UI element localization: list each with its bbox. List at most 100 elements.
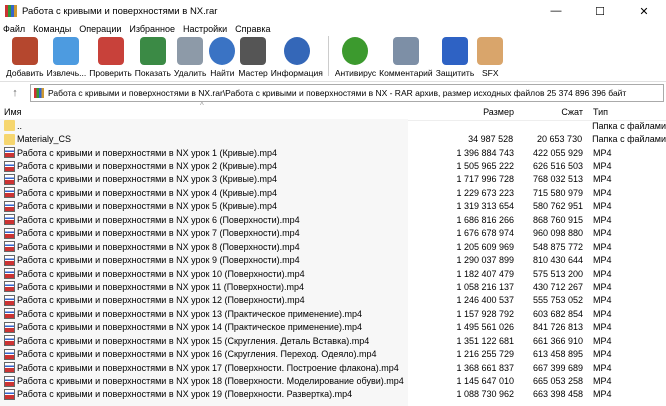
file-row[interactable]: Работа с кривыми и поверхностями в NX ур… [0, 200, 666, 213]
file-type: Папка с файлами [592, 120, 666, 131]
file-row[interactable]: Materialy_CS 34 987 528 20 653 730 Папка с … [0, 132, 666, 145]
winrar-app-icon [5, 5, 17, 17]
path-field[interactable]: Работа с кривыми и поверхностями в NX.ra… [30, 84, 664, 102]
file-row[interactable]: Работа с кривыми и поверхностями в NX ур… [0, 253, 666, 266]
file-name-cell: Работа с кривыми и поверхностями в NX ур… [0, 227, 408, 239]
file-row[interactable]: Работа с кривыми и поверхностями в NX ур… [0, 388, 666, 401]
file-row[interactable]: Работа с кривыми и поверхностями в NX ур… [0, 240, 666, 253]
menu-item[interactable]: Справка [235, 24, 270, 34]
toolbar-button-label: Показать [134, 68, 171, 78]
file-size: 1 351 122 681 [456, 335, 514, 346]
file-name: Работа с кривыми и поверхностями в NX ур… [17, 214, 300, 225]
file-name: .. [17, 120, 23, 131]
file-name: Работа с кривыми и поверхностями в NX ур… [17, 174, 277, 185]
file-packed-size: 603 682 854 [532, 308, 583, 319]
column-packed-header[interactable]: Сжат [516, 107, 587, 117]
file-row[interactable]: Работа с кривыми и поверхностями в NX ур… [0, 213, 666, 226]
file-type: MP4 [593, 255, 612, 266]
toolbar-button[interactable]: Комментарий [379, 37, 433, 78]
file-name: Работа с кривыми и поверхностями в NX ур… [17, 376, 404, 387]
toolbar-button-label: Защитить [435, 68, 475, 78]
toolbar-button[interactable]: Извлечь... [47, 37, 86, 78]
column-name-header[interactable]: Имя [0, 107, 408, 117]
file-row[interactable]: Работа с кривыми и поверхностями в NX ур… [0, 347, 666, 360]
file-row[interactable]: Работа с кривыми и поверхностями в NX ур… [0, 280, 666, 293]
file-row[interactable]: Работа с кривыми и поверхностями в NX ур… [0, 159, 666, 172]
video-file-icon [4, 160, 15, 172]
file-name-cell: Materialy_CS [0, 133, 407, 145]
archive-icon [34, 88, 44, 98]
file-type: MP4 [593, 228, 612, 239]
file-packed-size: 430 712 267 [532, 281, 583, 292]
column-type-header[interactable]: Тип [587, 107, 608, 117]
file-type: MP4 [593, 214, 612, 225]
video-file-icon [4, 241, 15, 253]
file-name: Работа с кривыми и поверхностями в NX ур… [17, 147, 277, 158]
file-name-cell: Работа с кривыми и поверхностями в NX ур… [0, 362, 408, 374]
file-size: 1 717 996 728 [456, 174, 514, 185]
file-size: 1 290 037 899 [456, 255, 514, 266]
file-size: 1 505 965 222 [456, 161, 514, 172]
file-packed-size: 613 458 895 [532, 349, 583, 360]
file-name-cell: Работа с кривыми и поверхностями в NX ур… [0, 214, 408, 226]
file-row[interactable]: Работа с кривыми и поверхностями в NX ур… [0, 334, 666, 347]
file-name: Работа с кривыми и поверхностями в NX ур… [17, 241, 300, 252]
toolbar-button[interactable]: Проверить [89, 37, 132, 78]
toolbar-button[interactable]: Антивирус [335, 37, 376, 78]
toolbar-button[interactable]: SFX [477, 37, 504, 78]
maximize-button[interactable]: ☐ [578, 0, 622, 22]
toolbar-button[interactable]: Информация [271, 37, 323, 78]
close-button[interactable]: ✕ [622, 0, 666, 22]
menu-item[interactable]: Команды [33, 24, 71, 34]
menu-item[interactable]: Операции [79, 24, 121, 34]
file-name: Работа с кривыми и поверхностями в NX ур… [17, 349, 377, 360]
toolbar-button[interactable]: Добавить [6, 37, 44, 78]
menu-item[interactable]: Файл [3, 24, 25, 34]
toolbar-button[interactable]: Показать [135, 37, 171, 78]
file-name: Работа с кривыми и поверхностями в NX ур… [17, 281, 304, 292]
file-name: Работа с кривыми и поверхностями в NX ур… [17, 335, 370, 346]
up-arrow-button[interactable]: ↑ [0, 87, 30, 99]
file-packed-size: 580 762 951 [532, 201, 583, 212]
file-row[interactable]: Работа с кривыми и поверхностями в NX ур… [0, 146, 666, 159]
file-name-cell: Работа с кривыми и поверхностями в NX ур… [0, 388, 408, 400]
file-name: Работа с кривыми и поверхностями в NX ур… [17, 322, 362, 333]
file-packed-size: 960 098 880 [532, 228, 583, 239]
info-icon [283, 37, 310, 65]
file-packed-size: 626 516 503 [532, 161, 583, 172]
file-type: MP4 [593, 295, 612, 306]
file-row[interactable]: .. Папка с файлами [0, 119, 666, 132]
file-row[interactable]: Работа с кривыми и поверхностями в NX ур… [0, 374, 666, 387]
antivirus-bug-icon [342, 37, 369, 65]
file-type: MP4 [593, 241, 612, 252]
file-row[interactable]: Работа с кривыми и поверхностями в NX ур… [0, 361, 666, 374]
file-size: 1 319 313 654 [456, 201, 514, 212]
file-name-cell: Работа с кривыми и поверхностями в NX ур… [0, 254, 408, 266]
toolbar-button[interactable]: Найти [209, 37, 236, 78]
toolbar-button[interactable]: Защитить [435, 37, 475, 78]
toolbar-button[interactable]: Мастер [238, 37, 268, 78]
file-type: MP4 [593, 268, 612, 279]
file-row[interactable]: Работа с кривыми и поверхностями в NX ур… [0, 321, 666, 334]
file-row[interactable]: Работа с кривыми и поверхностями в NX ур… [0, 307, 666, 320]
file-name-cell: Работа с кривыми и поверхностями в NX ур… [0, 173, 408, 185]
video-file-icon [4, 200, 15, 212]
video-file-icon [4, 348, 15, 360]
column-size-header[interactable]: Размер [408, 107, 516, 117]
file-row[interactable]: Работа с кривыми и поверхностями в NX ур… [0, 186, 666, 199]
menu-item[interactable]: Настройки [183, 24, 227, 34]
title-bar: Работа с кривыми и поверхностями в NX.ra… [0, 0, 666, 22]
file-name-cell: Работа с кривыми и поверхностями в NX ур… [0, 147, 408, 159]
file-row[interactable]: Работа с кривыми и поверхностями в NX ур… [0, 267, 666, 280]
minimize-button[interactable]: — [534, 0, 578, 22]
file-packed-size: 20 653 730 [537, 134, 583, 145]
file-row[interactable]: Работа с кривыми и поверхностями в NX ур… [0, 173, 666, 186]
file-row[interactable]: Работа с кривыми и поверхностями в NX ур… [0, 227, 666, 240]
menu-item[interactable]: Избранное [129, 24, 175, 34]
file-name-cell: Работа с кривыми и поверхностями в NX ур… [0, 348, 408, 360]
file-type: MP4 [593, 335, 612, 346]
toolbar-separator [327, 36, 329, 76]
toolbar-button[interactable]: Удалить [174, 37, 206, 78]
file-row[interactable]: Работа с кривыми и поверхностями в NX ур… [0, 294, 666, 307]
address-bar: ↑ Работа с кривыми и поверхностями в NX.… [0, 82, 666, 104]
